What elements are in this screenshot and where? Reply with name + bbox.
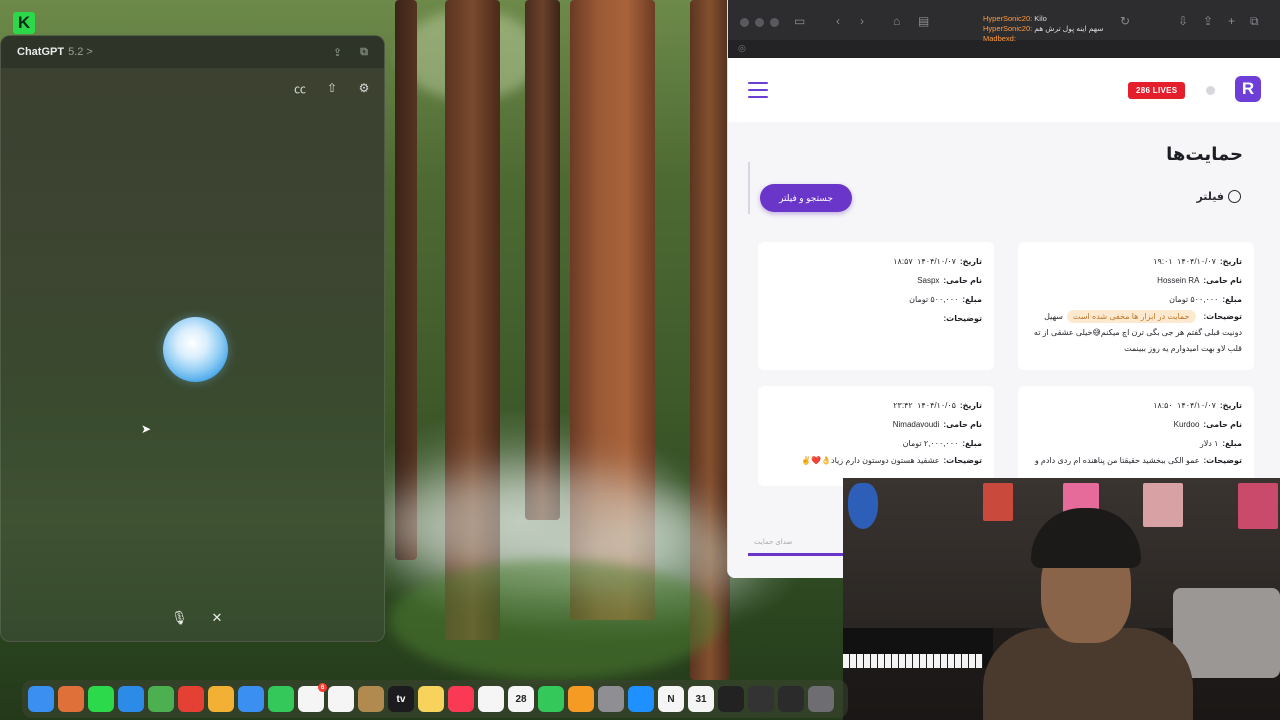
status-indicator-icon <box>1206 86 1215 95</box>
download-icon[interactable]: ⇩ <box>1178 14 1188 28</box>
share-icon[interactable]: ⇪ <box>1203 14 1213 28</box>
kick-logo-icon: K <box>13 12 35 34</box>
calendar-icon[interactable]: 28 <box>508 686 534 712</box>
chrome-icon[interactable] <box>178 686 204 712</box>
numbers-icon[interactable] <box>538 686 564 712</box>
chat-line: HyperSonic20: سهم اینه پول ترش هم <box>983 24 1104 33</box>
safari-icon[interactable] <box>118 686 144 712</box>
minimize-window-button[interactable] <box>755 18 764 27</box>
finder-icon[interactable] <box>28 686 54 712</box>
scrollbar[interactable] <box>748 162 750 214</box>
calendar31-icon[interactable]: 31 <box>688 686 714 712</box>
voice-orb <box>163 317 228 382</box>
filter-label: فیلتر <box>1196 191 1224 203</box>
notes-icon[interactable] <box>418 686 444 712</box>
webcam-feed <box>843 478 1280 720</box>
forward-icon[interactable]: › <box>860 14 864 28</box>
freeform-icon[interactable] <box>328 686 354 712</box>
launchpad-icon[interactable] <box>58 686 84 712</box>
chat-line: Madbexd: <box>983 34 1016 43</box>
page-title: حمایت‌ها <box>1166 144 1243 164</box>
site-header: 286 LIVES R <box>728 58 1280 122</box>
reload-icon[interactable]: ↻ <box>1120 14 1130 28</box>
news-icon[interactable] <box>478 686 504 712</box>
share-icon[interactable]: ⇪ <box>333 46 342 59</box>
notion-icon[interactable]: N <box>658 686 684 712</box>
tab-favicon-icon[interactable]: ◎ <box>738 43 746 54</box>
chat-line: HyperSonic20: Kilo <box>983 14 1047 23</box>
mail-icon[interactable] <box>238 686 264 712</box>
hidden-tag: حمایت در ابزار ها مخفی شده است <box>1067 310 1196 323</box>
facetime-icon[interactable] <box>268 686 294 712</box>
maps-icon[interactable] <box>148 686 174 712</box>
zoom-window-button[interactable] <box>770 18 779 27</box>
photos-icon[interactable] <box>208 686 234 712</box>
tab-voice-support[interactable]: صدای حمایت <box>748 534 844 556</box>
live-count-badge[interactable]: 286 LIVES <box>1128 82 1186 99</box>
donation-card: تاریخ:۱۴۰۴/۱۰/۰۷ ۱۸:۵۷ نام حامی:Saspx مب… <box>758 242 994 370</box>
sidebar-icon[interactable]: ▭ <box>794 14 805 28</box>
donation-card: تاریخ:۱۴۰۴/۱۰/۰۷ ۱۹:۰۱ نام حامی:Hossein … <box>1018 242 1254 370</box>
guitar <box>848 483 878 529</box>
chatgpt-window: ChatGPT 5.2 > ⇪ ⧉ ㏄ ⇧ ⚙ ➤ 🎙 ✕ <box>0 35 385 642</box>
captions-icon[interactable]: ㏄ <box>292 80 308 96</box>
kick-icon[interactable] <box>88 686 114 712</box>
filter-toggle[interactable]: فیلتر <box>1196 190 1241 203</box>
notes-brown-icon[interactable] <box>358 686 384 712</box>
chatgpt-titlebar: ChatGPT 5.2 > ⇪ ⧉ <box>1 36 384 68</box>
donation-card: تاریخ:۱۴۰۴/۱۰/۰۷ ۱۸:۵۰ نام حامی:Kurdoo م… <box>1018 386 1254 486</box>
app-title: ChatGPT <box>17 46 65 58</box>
appletv-icon[interactable]: tv <box>388 686 414 712</box>
back-icon[interactable]: ‹ <box>836 14 840 28</box>
notification-badge: 6 <box>318 683 327 692</box>
appstore-icon[interactable] <box>628 686 654 712</box>
utility-icon[interactable] <box>808 686 834 712</box>
search-filter-button[interactable]: جستجو و فیلتر <box>760 184 852 212</box>
settings-sliders-icon[interactable]: ⚙ <box>356 80 372 96</box>
reminders-icon[interactable]: 6 <box>298 683 327 712</box>
pages-icon[interactable] <box>568 686 594 712</box>
browser-toolbar: ▭ ‹ › ⌂ ▤ ↻ ⇩ ⇪ + ⧉ ◎ HyperSonic20: Kilo… <box>728 0 1280 58</box>
home-icon[interactable]: ⌂ <box>893 14 900 28</box>
clock-icon <box>1228 190 1241 203</box>
menu-icon[interactable] <box>748 82 768 103</box>
settings-icon[interactable] <box>598 686 624 712</box>
donation-card: تاریخ:۱۴۰۴/۱۰/۰۵ ۲۳:۴۲ نام حامی:Nimadavo… <box>758 386 994 486</box>
music-icon[interactable] <box>448 686 474 712</box>
unity-icon[interactable] <box>778 686 804 712</box>
streamdeck-icon[interactable] <box>748 686 774 712</box>
new-tab-icon[interactable]: + <box>1228 14 1235 28</box>
tab-icon[interactable]: ▤ <box>918 14 929 28</box>
stream-chat-overlay: HyperSonic20: Kilo HyperSonic20: سهم این… <box>983 14 1104 44</box>
share-icon[interactable]: ⇧ <box>324 80 340 96</box>
piano-keys <box>843 654 983 668</box>
mouse-cursor-icon: ➤ <box>141 422 152 436</box>
model-version[interactable]: 5.2 > <box>68 46 93 58</box>
site-logo[interactable]: R <box>1235 76 1261 102</box>
close-icon[interactable]: ✕ <box>212 610 223 626</box>
close-window-button[interactable] <box>740 18 749 27</box>
new-window-icon[interactable]: ⧉ <box>360 46 368 59</box>
microphone-icon[interactable]: 🎙 <box>171 610 188 626</box>
obs-icon[interactable] <box>718 686 744 712</box>
dock: 6 tv 28 N 31 <box>22 680 848 718</box>
tab-overview-icon[interactable]: ⧉ <box>1250 14 1259 29</box>
